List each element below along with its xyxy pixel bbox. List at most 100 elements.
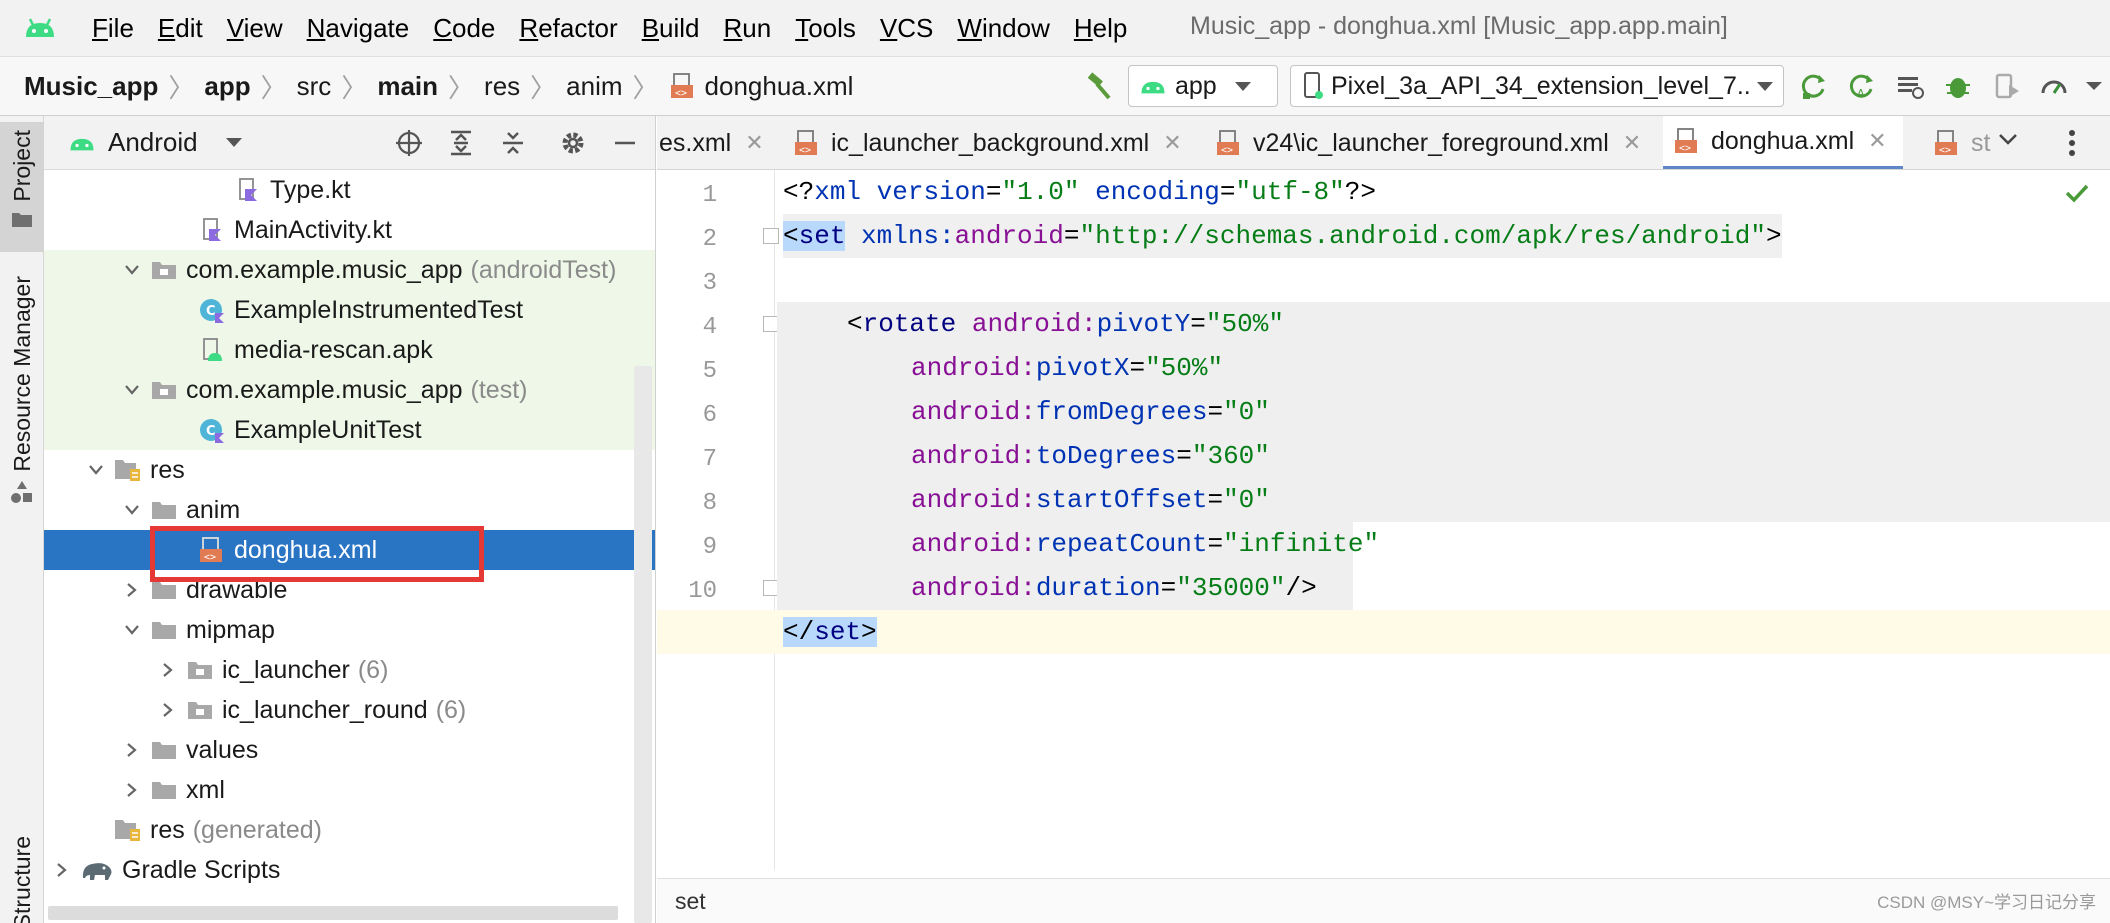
tab-donghua-xml[interactable]: <> donghua.xml ✕ — [1663, 116, 1903, 169]
line-number-gutter[interactable]: 1 2 3 4 5 6 7 8 9 10 11 — [657, 170, 779, 870]
menu-refactor[interactable]: Refactor — [507, 13, 629, 44]
menu-file[interactable]: File — [80, 13, 146, 44]
chevron-right-icon[interactable] — [122, 740, 142, 760]
tree-item-drawable[interactable]: drawable — [44, 570, 655, 610]
apply-changes-icon[interactable]: A — [1842, 66, 1882, 106]
tab-ic-launcher-background[interactable]: <> ic_launcher_background.xml ✕ — [783, 116, 1192, 169]
tree-item-exampleunittest[interactable]: C ExampleUnitTest — [44, 410, 655, 450]
menu-navigate[interactable]: Navigate — [295, 13, 422, 44]
code-line: android: repeatCount = "infinite" — [911, 522, 1379, 566]
tree-item-exampleinstrumentedtest[interactable]: C ExampleInstrumentedTest — [44, 290, 655, 330]
debug-bug-icon[interactable] — [1938, 66, 1978, 106]
menu-help[interactable]: Help — [1062, 13, 1139, 44]
no-problems-check-icon[interactable] — [2064, 182, 2090, 209]
vertical-scrollbar[interactable] — [634, 366, 652, 923]
tree-item-gradle-scripts[interactable]: Gradle Scripts — [44, 850, 655, 890]
collapse-all-icon[interactable] — [493, 123, 533, 163]
code-token: "50%" — [1205, 309, 1284, 339]
tree-item-anim[interactable]: anim — [44, 490, 655, 530]
chevron-down-icon[interactable] — [122, 500, 142, 520]
tab-es-xml[interactable]: es.xml ✕ — [657, 116, 774, 169]
chevron-right-icon[interactable] — [158, 700, 178, 720]
tab-st[interactable]: <> st — [1923, 116, 2000, 169]
tree-item-type-kt[interactable]: Type.kt — [44, 170, 655, 210]
hide-minus-icon[interactable] — [605, 123, 645, 163]
chevron-down-icon[interactable] — [122, 260, 142, 280]
code-line: android: startOffset = "0" — [911, 478, 1270, 522]
menu-view[interactable]: View — [215, 13, 295, 44]
tree-item-media-rescan-apk[interactable]: media-rescan.apk — [44, 330, 655, 370]
line-number: 9 — [702, 534, 717, 561]
tree-item-xml[interactable]: xml — [44, 770, 655, 810]
close-icon[interactable]: ✕ — [1623, 130, 1641, 156]
chevron-down-icon[interactable] — [86, 460, 106, 480]
breadcrumb-src[interactable]: src — [297, 71, 332, 102]
device-select[interactable]: Pixel_3a_API_34_extension_level_7... — [1290, 65, 1784, 107]
more-options-icon[interactable] — [2067, 128, 2077, 163]
chevron-right-icon[interactable] — [52, 860, 72, 880]
code-editor[interactable]: 1 2 3 4 5 6 7 8 9 10 11 <?xml version="1… — [657, 170, 2110, 870]
close-icon[interactable]: ✕ — [1868, 128, 1886, 154]
tree-item-values[interactable]: values — [44, 730, 655, 770]
locate-crosshair-icon[interactable] — [389, 123, 429, 163]
tree-item-ic-launcher-round[interactable]: ic_launcher_round (6) — [44, 690, 655, 730]
tree-item-mipmap[interactable]: mipmap — [44, 610, 655, 650]
code-token: ?> — [1344, 177, 1376, 207]
logcat-list-icon[interactable] — [1890, 66, 1930, 106]
breadcrumb-res[interactable]: res — [484, 71, 520, 102]
menu-vcs[interactable]: VCS — [868, 13, 945, 44]
chevron-right-icon[interactable] — [158, 660, 178, 680]
chevron-right-icon[interactable] — [122, 780, 142, 800]
breadcrumb-file[interactable]: <> donghua.xml — [669, 71, 853, 102]
code-token: = — [1129, 353, 1146, 383]
svg-text:<>: <> — [675, 88, 687, 99]
chevron-down-icon[interactable] — [122, 380, 142, 400]
close-icon[interactable]: ✕ — [745, 130, 763, 156]
chevron-down-icon[interactable] — [225, 138, 242, 147]
breadcrumb-project[interactable]: Music_app — [24, 71, 158, 102]
tree-item-ic-launcher[interactable]: ic_launcher (6) — [44, 650, 655, 690]
chevron-down-icon[interactable] — [122, 620, 142, 640]
gear-icon[interactable] — [553, 123, 593, 163]
expand-all-icon[interactable] — [441, 123, 481, 163]
phone-icon — [1301, 71, 1325, 101]
tab-list-chevron-down-icon[interactable] — [1997, 132, 2019, 153]
line-number: 1 — [702, 182, 717, 209]
code-token: repeatCount — [1035, 529, 1208, 559]
tool-tab-structure-label: Structure — [8, 836, 35, 923]
close-icon[interactable]: ✕ — [1163, 130, 1181, 156]
tree-item-donghua-xml[interactable]: <> donghua.xml — [44, 530, 655, 570]
menu-tools[interactable]: Tools — [783, 13, 868, 44]
menu-run[interactable]: Run — [712, 13, 784, 44]
breadcrumb-anim[interactable]: anim — [566, 71, 622, 102]
tool-tab-project[interactable]: Project — [0, 122, 44, 252]
breadcrumb-main[interactable]: main — [377, 71, 438, 102]
attach-debugger-icon[interactable] — [1986, 66, 2026, 106]
tool-tab-structure[interactable]: Structure — [0, 836, 44, 923]
tree-item-mainactivity-kt[interactable]: MainActivity.kt — [44, 210, 655, 250]
code-token: "1.0" — [1001, 177, 1080, 207]
menu-window[interactable]: Window — [945, 13, 1061, 44]
profiler-gauge-icon[interactable] — [2034, 66, 2074, 106]
tree-item-res[interactable]: res — [44, 450, 655, 490]
code-area[interactable]: <? xml version = "1.0" encoding = "utf-8" ?> <… — [657, 170, 2110, 870]
tree-item-package-androidtest[interactable]: com.example.music_app (androidTest) — [44, 250, 655, 290]
code-token: duration — [1035, 573, 1161, 603]
run-config-select[interactable]: app — [1128, 65, 1278, 107]
tree-item-package-test[interactable]: com.example.music_app (test) — [44, 370, 655, 410]
more-chevron-down-icon[interactable] — [2082, 66, 2106, 106]
menu-code[interactable]: Code — [421, 13, 507, 44]
hammer-build-icon[interactable] — [1078, 66, 1118, 106]
code-token: xml — [814, 177, 862, 207]
tab-ic-launcher-foreground[interactable]: <> v24\ic_launcher_foreground.xml ✕ — [1205, 116, 1651, 169]
tool-tab-resource-manager[interactable]: Resource Manager — [0, 276, 44, 511]
rerun-icon[interactable] — [1794, 66, 1834, 106]
breadcrumb-module[interactable]: app — [204, 71, 250, 102]
menu-build[interactable]: Build — [630, 13, 712, 44]
editor-breadcrumb-tag[interactable]: set — [675, 888, 706, 915]
menu-edit[interactable]: Edit — [146, 13, 215, 44]
tree-item-res-generated[interactable]: res (generated) — [44, 810, 655, 850]
horizontal-scrollbar[interactable] — [48, 906, 618, 920]
chevron-right-icon[interactable] — [122, 580, 142, 600]
project-view-selector[interactable]: Android — [108, 127, 198, 158]
